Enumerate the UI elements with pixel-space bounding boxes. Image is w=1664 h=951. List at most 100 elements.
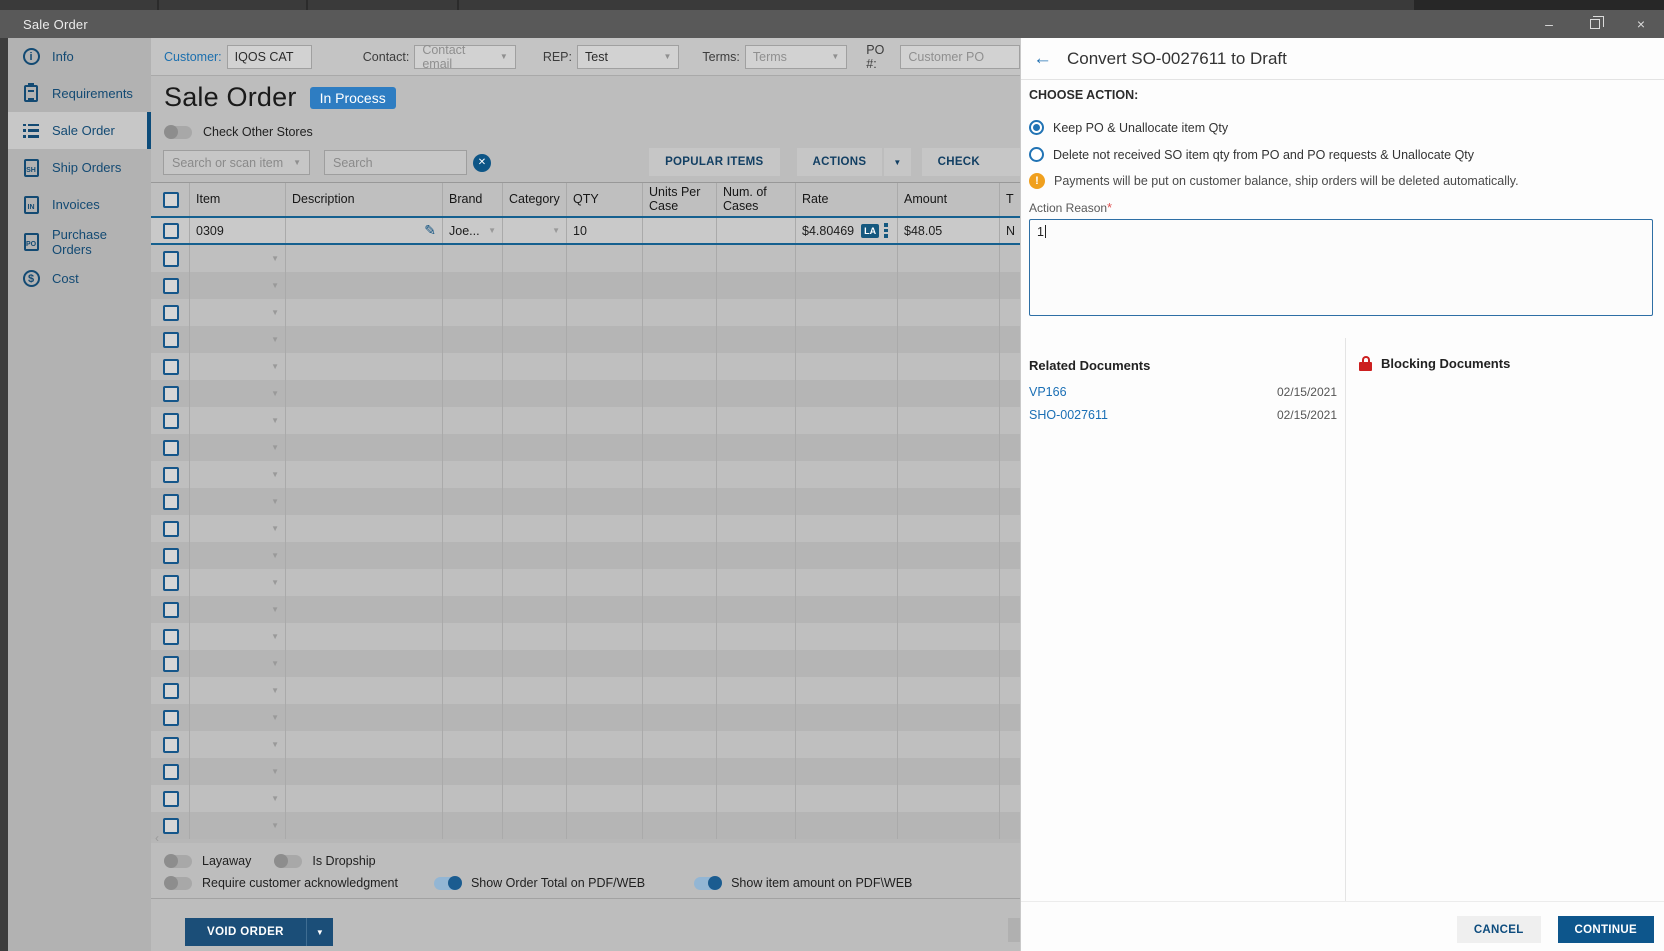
chevron-down-icon[interactable]: ▼ — [271, 443, 279, 452]
chevron-down-icon[interactable]: ▼ — [271, 659, 279, 668]
row-checkbox[interactable] — [163, 520, 179, 537]
chevron-down-icon[interactable]: ▼ — [271, 578, 279, 587]
layaway-badge[interactable]: LA — [861, 223, 880, 238]
terms-label: Terms: — [702, 49, 740, 64]
chevron-down-icon[interactable]: ▼ — [271, 713, 279, 722]
restore-button[interactable] — [1572, 10, 1618, 38]
row-checkbox[interactable] — [163, 493, 179, 510]
row-checkbox[interactable] — [163, 790, 179, 807]
radio-delete-not-received[interactable]: Delete not received SO item qty from PO … — [1029, 147, 1474, 162]
void-order-dropdown-button[interactable]: ▼ — [305, 918, 333, 946]
cancel-button[interactable]: CANCEL — [1456, 916, 1541, 943]
cell-category[interactable]: ▼ — [503, 218, 567, 243]
actions-button[interactable]: ACTIONS — [796, 148, 883, 176]
chevron-down-icon[interactable]: ▼ — [271, 362, 279, 371]
sidebar-item-cost[interactable]: $ Cost — [8, 260, 151, 297]
row-checkbox[interactable] — [163, 574, 179, 591]
chevron-down-icon[interactable]: ▼ — [271, 794, 279, 803]
table-row-selected[interactable]: 0309 ✎ Joe... ▼ ▼ 10 $4.80469 LA $48.05 … — [151, 216, 1020, 245]
search-input[interactable]: Search — [324, 150, 467, 175]
show-order-total-toggle[interactable] — [433, 875, 462, 890]
action-reason-textarea[interactable]: 1 — [1029, 219, 1653, 316]
po-input[interactable]: Customer PO — [900, 44, 1020, 69]
sale-order-window: Sale Order – × i Info Requirements Sale … — [0, 0, 1664, 951]
edit-pencil-icon[interactable]: ✎ — [424, 222, 436, 239]
require-ack-toggle[interactable] — [164, 875, 192, 890]
row-checkbox[interactable] — [163, 547, 179, 564]
chevron-down-icon[interactable]: ▼ — [271, 335, 279, 344]
cell-description: ✎ — [286, 218, 443, 243]
select-all-checkbox[interactable] — [163, 191, 179, 208]
row-checkbox[interactable] — [163, 385, 179, 402]
row-checkbox[interactable] — [163, 601, 179, 618]
row-checkbox[interactable] — [163, 277, 179, 294]
radio-keep-po[interactable]: Keep PO & Unallocate item Qty — [1029, 120, 1228, 135]
row-checkbox[interactable] — [163, 439, 179, 456]
sidebar-item-info[interactable]: i Info — [8, 38, 151, 75]
sidebar-item-requirements[interactable]: Requirements — [8, 75, 151, 112]
row-checkbox[interactable] — [163, 412, 179, 429]
check-button[interactable]: CHECK — [921, 148, 1020, 176]
contact-select[interactable]: Contact email ▼ — [414, 43, 516, 71]
row-checkbox[interactable] — [163, 331, 179, 348]
void-order-button[interactable]: VOID ORDER — [185, 918, 306, 946]
row-checkbox[interactable] — [163, 709, 179, 726]
chevron-down-icon[interactable]: ▼ — [271, 470, 279, 479]
row-checkbox[interactable] — [163, 358, 179, 375]
popular-items-button[interactable]: POPULAR ITEMS — [649, 148, 780, 176]
table-row: ▼ — [151, 299, 1020, 326]
chevron-down-icon[interactable]: ▼ — [271, 389, 279, 398]
row-checkbox[interactable] — [163, 763, 179, 780]
row-checkbox[interactable] — [163, 682, 179, 699]
chevron-down-icon[interactable]: ▼ — [271, 740, 279, 749]
back-arrow-icon[interactable]: ← — [1033, 49, 1052, 68]
row-menu-icon[interactable] — [884, 223, 888, 238]
chevron-down-icon[interactable]: ▼ — [271, 254, 279, 263]
sidebar-item-invoices[interactable]: IN Invoices — [8, 186, 151, 223]
chevron-down-icon[interactable]: ▼ — [271, 821, 279, 830]
row-checkbox[interactable] — [163, 304, 179, 321]
customer-input[interactable]: IQOS CAT — [226, 44, 312, 69]
layaway-toggle[interactable] — [164, 853, 192, 868]
cell-brand[interactable]: Joe... ▼ — [443, 218, 503, 243]
doc-link-vp166[interactable]: VP166 — [1029, 385, 1067, 399]
chevron-down-icon[interactable]: ▼ — [271, 632, 279, 641]
clear-search-icon[interactable]: ✕ — [473, 153, 491, 172]
close-button[interactable]: × — [1618, 10, 1664, 38]
show-item-amount-toggle[interactable] — [694, 875, 723, 890]
actions-dropdown-button[interactable]: ▼ — [884, 148, 911, 176]
chevron-down-icon[interactable]: ▼ — [271, 551, 279, 560]
table-row: ▼ — [151, 488, 1020, 515]
row-checkbox[interactable] — [163, 655, 179, 672]
sidebar-item-ship-orders[interactable]: SH Ship Orders — [8, 149, 151, 186]
item-scan-select[interactable]: Search or scan item ▼ — [163, 150, 310, 175]
rep-select[interactable]: Test ▼ — [577, 44, 680, 69]
sidebar-item-sale-order[interactable]: Sale Order — [8, 112, 151, 149]
sidebar-item-label: Sale Order — [52, 123, 115, 138]
row-checkbox[interactable] — [163, 736, 179, 753]
row-checkbox[interactable] — [163, 466, 179, 483]
is-dropship-toggle[interactable] — [274, 853, 303, 868]
terms-select[interactable]: Terms ▼ — [744, 44, 848, 69]
chevron-down-icon[interactable]: ▼ — [271, 281, 279, 290]
chevron-down-icon[interactable]: ▼ — [271, 605, 279, 614]
row-checkbox[interactable] — [163, 222, 179, 239]
check-other-stores-toggle[interactable] — [164, 124, 192, 139]
chevron-down-icon[interactable]: ▼ — [271, 524, 279, 533]
chevron-down-icon[interactable]: ▼ — [271, 308, 279, 317]
sidebar-item-purchase-orders[interactable]: PO Purchase Orders — [8, 223, 151, 260]
continue-button[interactable]: CONTINUE — [1557, 916, 1654, 943]
table-row: ▼ — [151, 596, 1020, 623]
row-checkbox[interactable] — [163, 250, 179, 267]
row-checkbox[interactable] — [163, 628, 179, 645]
scroll-left-icon[interactable]: ‹ — [155, 831, 159, 843]
doc-link-sho-0027611[interactable]: SHO-0027611 — [1029, 408, 1108, 422]
chevron-down-icon[interactable]: ▼ — [271, 416, 279, 425]
minimize-button[interactable]: – — [1526, 10, 1572, 38]
chevron-down-icon[interactable]: ▼ — [271, 767, 279, 776]
main-content: Customer: IQOS CAT Contact: Contact emai… — [151, 38, 1020, 951]
chevron-down-icon[interactable]: ▼ — [271, 497, 279, 506]
row-checkbox[interactable] — [163, 817, 179, 834]
cell-units-per-case — [643, 218, 717, 243]
chevron-down-icon[interactable]: ▼ — [271, 686, 279, 695]
